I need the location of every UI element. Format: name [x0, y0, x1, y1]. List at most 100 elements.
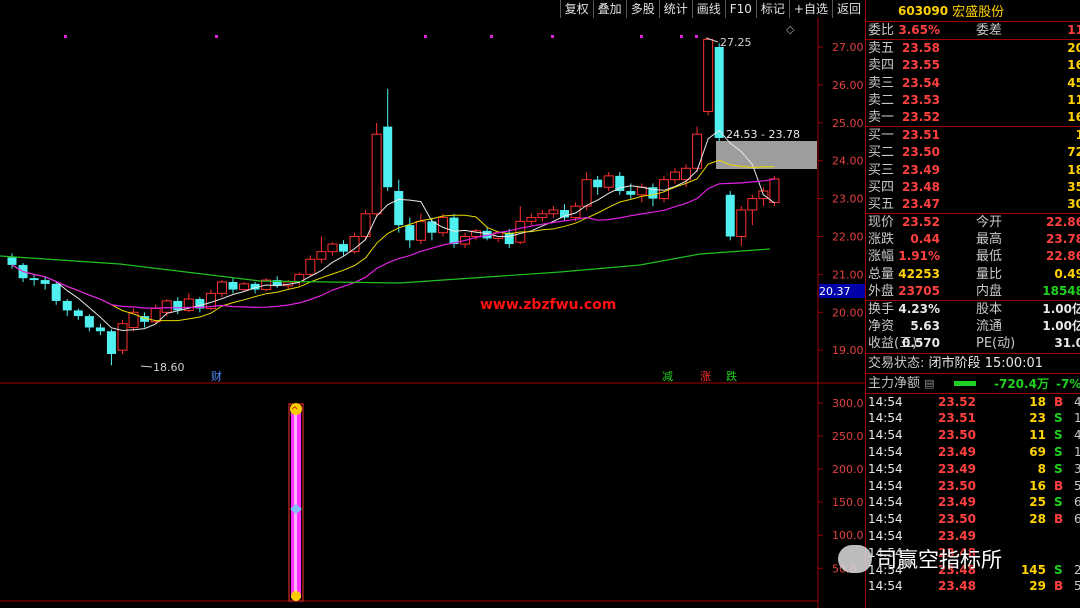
add-watchlist-button[interactable]: +自选: [788, 0, 832, 18]
statistics-button[interactable]: 统计: [658, 0, 692, 18]
candle-body-up: [305, 258, 316, 275]
trade-status-value: 闭市阶段: [928, 355, 981, 371]
candle-body-down: [593, 179, 603, 188]
mark-button[interactable]: 标记: [755, 0, 789, 18]
signal-dot: [551, 35, 554, 38]
candle-body-down: [95, 327, 105, 332]
buy-level-price: 23.50: [902, 145, 940, 160]
kline-svg[interactable]: 27.00 26.00 25.00 24.00 23.00 22.00 21.00 20.00…: [0, 0, 865, 608]
sell-level-volume: 20: [1067, 41, 1080, 56]
buy-level-row[interactable]: 买五 23.47 30: [866, 196, 1080, 213]
price-axis-label: 22.00: [832, 231, 864, 244]
sell-level-row[interactable]: 卖四 23.55 16: [866, 57, 1080, 74]
sell-level-row[interactable]: 卖二 23.53 11: [866, 92, 1080, 109]
sell-level-price: 23.52: [902, 109, 940, 124]
quote-label: 最高: [976, 232, 1003, 248]
tick-direction: S: [1054, 562, 1063, 577]
buy-levels: 买一 23.51 1 买二 23.50 72 买三 23.49 18 买四 23.48 35 买五 23.…: [866, 127, 1080, 215]
overlay-button[interactable]: 叠加: [592, 0, 626, 18]
finance-row: 净资 5.63 流通 1.00亿: [866, 318, 1080, 335]
buy-level-row[interactable]: 买一 23.51 1: [866, 127, 1080, 144]
toolbar: 复权 叠加 多股 统计 画线 F10 标记 +自选 返回: [559, 0, 865, 18]
indicator-axis-label: 150.0: [832, 496, 864, 509]
finance-value: 31.0: [1054, 336, 1080, 351]
reduce-event-marker[interactable]: 减: [662, 370, 673, 383]
tick-row[interactable]: 14:54 23.49 25 S6: [866, 494, 1080, 511]
finance-value: 5.63: [910, 319, 940, 334]
candle-body-down: [29, 278, 39, 281]
trade-status-label: 交易状态:: [868, 355, 925, 371]
candle-body-up: [128, 311, 139, 328]
f10-button[interactable]: F10: [724, 0, 756, 18]
quote-label: 最低: [976, 249, 1003, 265]
tick-time: 14:54: [868, 478, 903, 493]
tick-time: 14:54: [868, 394, 903, 409]
sell-level-label: 卖一: [868, 109, 895, 125]
tick-row[interactable]: 14:54 23.50 11 S4: [866, 427, 1080, 444]
high-price-label: 27.25: [720, 36, 752, 49]
candle-body-down: [73, 310, 83, 317]
sell-level-row[interactable]: 卖一 23.52 16: [866, 109, 1080, 126]
buy-level-row[interactable]: 买二 23.50 72: [866, 144, 1080, 161]
quote-value: 1.91%: [898, 249, 940, 264]
draw-line-button[interactable]: 画线: [691, 0, 725, 18]
candle-body-down: [383, 126, 393, 188]
sell-level-volume: 45: [1067, 75, 1080, 90]
tick-row[interactable]: 14:54 23.52 18 B4: [866, 394, 1080, 411]
indicator-axis-label: 200.0: [832, 463, 864, 476]
tick-count: 6: [1074, 511, 1080, 528]
candle-body-up: [526, 217, 537, 222]
quote-label: 量比: [976, 266, 1003, 282]
weibi-label: 委比: [868, 23, 895, 38]
quote-row: 总量42253 量比 0.49: [866, 266, 1080, 283]
kline-chart[interactable]: 27.00 26.00 25.00 24.00 23.00 22.00 21.00 20.00…: [0, 0, 865, 608]
sell-level-volume: 16: [1067, 109, 1080, 124]
restore-rights-button[interactable]: 复权: [559, 0, 593, 18]
tick-row[interactable]: 14:54 23.49: [866, 528, 1080, 545]
sell-level-price: 23.58: [902, 41, 940, 56]
weibi-value: 3.65%: [898, 23, 940, 37]
candle-body-up: [216, 281, 227, 294]
buy-level-volume: 18: [1067, 162, 1080, 177]
limit-down-marker[interactable]: 跌: [726, 369, 737, 383]
tick-row[interactable]: 14:54 23.51 23 S 10: [866, 410, 1080, 427]
hand-icon: [291, 591, 301, 601]
sell-level-label: 卖四: [868, 58, 895, 74]
up-arrow-glyph: ^: [291, 406, 299, 416]
tick-time: 14:54: [868, 495, 903, 510]
sell-level-row[interactable]: 卖五 23.58 20: [866, 40, 1080, 57]
tick-count: 3: [1074, 461, 1080, 478]
net-flow-menu-icon[interactable]: ▤: [924, 377, 934, 390]
tick-row[interactable]: 14:54 23.49 8S3: [866, 461, 1080, 478]
candle-body-up: [371, 133, 382, 215]
price-axis-label: 27.00: [832, 41, 864, 54]
buy-level-row[interactable]: 买四 23.48 35: [866, 179, 1080, 196]
back-button[interactable]: 返回: [831, 0, 865, 18]
finance-event-marker[interactable]: 财: [211, 369, 222, 383]
price-axis-label: 25.00: [832, 117, 864, 130]
buy-level-volume: 72: [1067, 145, 1080, 160]
signal-dot: [424, 35, 427, 38]
limit-up-marker[interactable]: 涨: [700, 370, 711, 383]
tick-volume: 18: [1029, 394, 1046, 409]
quote-stats: 现价 23.52 今开 22.86 涨跌 0.44 最高 23.78 涨幅1.91% 最低 22.8…: [866, 214, 1080, 301]
tick-row[interactable]: 14:54 23.48 29 B5: [866, 578, 1080, 595]
candle-body-up: [670, 171, 680, 181]
tick-count: 5: [1074, 578, 1080, 595]
tick-row[interactable]: 14:54 23.49 69 S 12: [866, 444, 1080, 461]
tick-volume: 8: [1037, 461, 1046, 476]
candle-body-down: [394, 191, 404, 226]
sell-level-row[interactable]: 卖三 23.54 45: [866, 75, 1080, 92]
tick-count: 23: [1074, 562, 1080, 579]
tick-row[interactable]: 14:54 23.50 16 B5: [866, 478, 1080, 495]
tick-row[interactable]: 14:54 23.50 28 B6: [866, 511, 1080, 528]
order-book: 委比 3.65% 委差 11: [866, 22, 1080, 41]
tick-time: 14:54: [868, 411, 903, 426]
multi-stock-button[interactable]: 多股: [625, 0, 659, 18]
buy-level-row[interactable]: 买三 23.49 18: [866, 162, 1080, 179]
tick-count: 6: [1074, 494, 1080, 511]
quote-value: 23.78: [1046, 232, 1080, 247]
net-flow-pct: -7%: [1056, 376, 1080, 391]
candle-body-up: [239, 283, 250, 291]
watermark: 司赢空指标所: [838, 544, 1002, 574]
